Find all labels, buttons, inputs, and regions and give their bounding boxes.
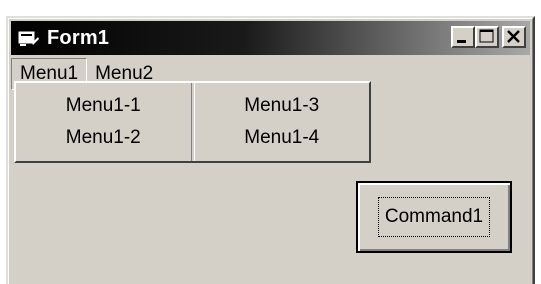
menu-item-menu1-4[interactable]: Menu1-4: [244, 122, 319, 154]
command1-button[interactable]: Command1: [356, 181, 512, 253]
maximize-button[interactable]: [475, 26, 499, 48]
menu-item-menu1-1[interactable]: Menu1-1: [66, 90, 141, 122]
form-icon[interactable]: [18, 29, 40, 47]
maximize-icon: [479, 29, 494, 43]
minimize-button[interactable]: [451, 26, 475, 48]
title-bar[interactable]: Form1: [11, 21, 530, 55]
minimize-icon: [457, 40, 466, 43]
dropdown-column-1: Menu1-1 Menu1-2: [16, 83, 191, 161]
dropdown-column-2: Menu1-3 Menu1-4: [195, 83, 370, 161]
close-button[interactable]: [502, 26, 526, 48]
window-title: Form1: [47, 26, 110, 49]
menu-item-menu1-3[interactable]: Menu1-3: [244, 90, 319, 122]
command1-label: Command1: [377, 197, 491, 237]
menu1-dropdown: Menu1-1 Menu1-2 Menu1-3 Menu1-4: [14, 81, 371, 163]
close-icon: [507, 30, 520, 43]
caption-buttons: [451, 26, 526, 48]
menu-item-menu1-2[interactable]: Menu1-2: [66, 122, 141, 154]
